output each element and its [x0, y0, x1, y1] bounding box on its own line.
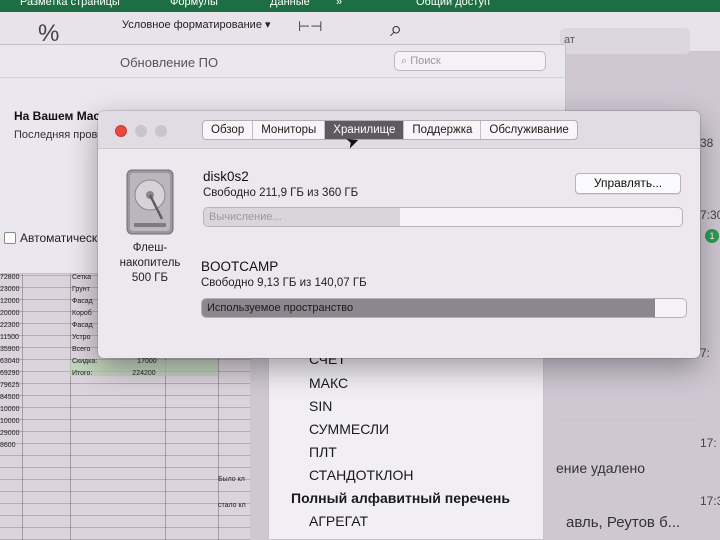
- window-title: Обновление ПО: [120, 55, 219, 70]
- drive-caption-line: 500 ГБ: [131, 272, 169, 284]
- drive-caption-line: накопитель: [119, 257, 181, 269]
- discount-label[interactable]: Скидка:: [72, 358, 97, 365]
- volume-name: disk0s2: [203, 169, 249, 184]
- discount-value[interactable]: 17000: [137, 358, 156, 365]
- volume-free-space: Свободно 211,9 ГБ из 360 ГБ: [203, 187, 359, 199]
- cell[interactable]: 79625: [0, 380, 24, 392]
- cell[interactable]: 10000: [0, 416, 24, 428]
- volume-free-space: Свободно 9,13 ГБ из 140,07 ГБ: [201, 277, 367, 289]
- mail-time: 17:3: [700, 494, 720, 508]
- checkbox-icon[interactable]: [4, 232, 16, 244]
- cells-icon[interactable]: ⊢⊣: [298, 18, 322, 35]
- cell[interactable]: 20000: [0, 308, 24, 320]
- segmented-tabs: Обзор Мониторы Хранилище Поддержка Обслу…: [202, 120, 578, 140]
- mail-preview[interactable]: ение удалено: [556, 460, 645, 476]
- mail-time: 17:: [700, 436, 717, 450]
- cell[interactable]: 69290: [0, 368, 24, 380]
- cell-note[interactable]: Было кл: [218, 476, 245, 483]
- excel-ribbon-tabs: Разметка страницы Формулы Данные » Общий…: [0, 0, 720, 12]
- cell[interactable]: 63040: [0, 356, 24, 368]
- full-list-heading: Полный алфавитный перечень: [291, 490, 510, 506]
- divider: [0, 77, 566, 78]
- manage-button[interactable]: Управлять...: [575, 173, 681, 194]
- drive-caption: Флеш- накопитель 500 ГБ: [110, 241, 190, 286]
- ribbon-field[interactable]: ат: [560, 28, 690, 54]
- tab-service[interactable]: Обслуживание: [481, 121, 576, 139]
- usage-bar-label: Вычисление...: [209, 211, 282, 223]
- function-item[interactable]: СУММЕСЛИ: [309, 421, 389, 437]
- zoom-button[interactable]: [155, 125, 167, 137]
- function-item[interactable]: ПЛТ: [309, 444, 337, 460]
- mail-divider: [556, 420, 702, 421]
- search-placeholder: Поиск: [410, 55, 441, 67]
- cell[interactable]: 29000: [0, 428, 24, 440]
- tab-support[interactable]: Поддержка: [404, 121, 482, 139]
- mail-time: 7:: [700, 346, 711, 360]
- volume-usage-bar: Вычисление...: [203, 207, 683, 227]
- cell-note[interactable]: стало кл: [218, 502, 246, 509]
- cell[interactable]: 84500: [0, 392, 24, 404]
- auto-update-checkbox[interactable]: Автоматически: [4, 231, 104, 245]
- cell[interactable]: 23000: [0, 284, 24, 296]
- function-item[interactable]: SIN: [309, 398, 332, 414]
- find-icon[interactable]: ⌕: [390, 16, 402, 42]
- function-item[interactable]: АГРЕГАТ: [309, 513, 368, 529]
- mail-sender[interactable]: авль, Реутов б...: [566, 514, 680, 531]
- about-this-mac-window: Обзор Мониторы Хранилище Поддержка Обслу…: [98, 111, 700, 358]
- tab-overflow[interactable]: »: [336, 0, 342, 8]
- volume-name: BOOTCAMP: [201, 259, 279, 274]
- share-button[interactable]: Общий доступ: [416, 0, 490, 8]
- function-item[interactable]: МАКС: [309, 375, 348, 391]
- tab-formulas[interactable]: Формулы: [170, 0, 218, 8]
- totals-block: Скидка: 17000 Итого: 224200: [72, 356, 157, 380]
- cell[interactable]: 8600: [0, 440, 24, 452]
- search-input[interactable]: ⌕ Поиск: [394, 51, 546, 71]
- column-a-values: 72800 23000 12000 20000 22300 11500 3590…: [0, 272, 24, 452]
- search-icon: ⌕: [401, 55, 408, 67]
- function-list-panel: СЧЁТ МАКС SIN СУММЕСЛИ ПЛТ СТАНДОТКЛОН П…: [268, 351, 544, 540]
- tab-overview[interactable]: Обзор: [203, 121, 254, 139]
- tab-displays[interactable]: Мониторы: [253, 121, 326, 139]
- tab-storage[interactable]: Хранилище: [325, 121, 405, 139]
- cell[interactable]: 10000: [0, 404, 24, 416]
- drive-icon: [126, 169, 174, 235]
- tab-page-layout[interactable]: Разметка страницы: [20, 0, 120, 8]
- tab-data[interactable]: Данные: [270, 0, 310, 8]
- cell[interactable]: 12000: [0, 296, 24, 308]
- close-button[interactable]: [115, 125, 127, 137]
- function-item[interactable]: СТАНДОТКЛОН: [309, 467, 413, 483]
- unread-badge: 1: [705, 229, 719, 243]
- conditional-formatting-button[interactable]: Условное форматирование ▾: [122, 18, 271, 31]
- cell[interactable]: 11500: [0, 332, 24, 344]
- cell[interactable]: 22300: [0, 320, 24, 332]
- mail-time: 7:30: [700, 208, 720, 222]
- minimize-button[interactable]: [135, 125, 147, 137]
- mail-time: 38: [700, 136, 714, 150]
- total-label[interactable]: Итого:: [72, 370, 92, 377]
- total-value[interactable]: 224200: [132, 370, 155, 377]
- usage-bar-label: Используемое пространство: [207, 302, 354, 314]
- drive-caption-line: Флеш-: [132, 242, 168, 254]
- volume-usage-bar: Используемое пространство: [201, 298, 687, 318]
- auto-update-label: Автоматически: [20, 231, 104, 245]
- cell[interactable]: 35900: [0, 344, 24, 356]
- window-toolbar: Обзор Мониторы Хранилище Поддержка Обслу…: [98, 111, 700, 149]
